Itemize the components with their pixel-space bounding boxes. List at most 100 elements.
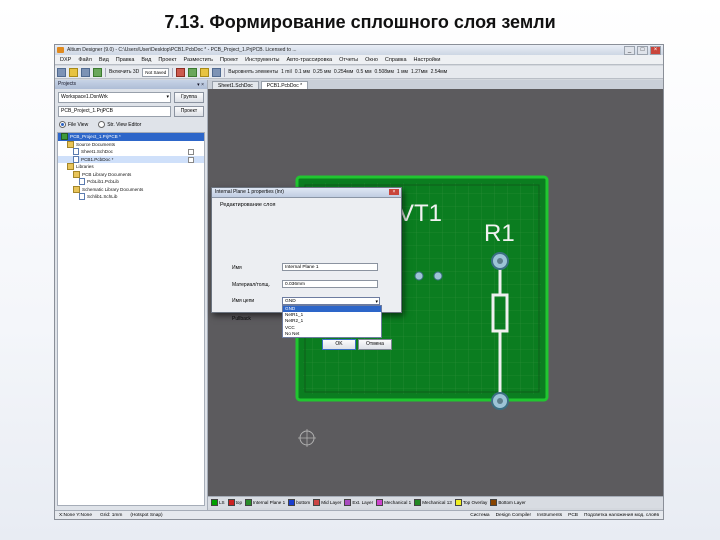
status-highlight[interactable]: Подсветка наложения мод. слоёв xyxy=(584,511,659,519)
layer-tab-label: Mechanical 13 xyxy=(422,500,452,505)
route-icon[interactable] xyxy=(176,67,186,77)
view3d-button[interactable]: Включить 3D xyxy=(109,66,139,78)
grid-01mm[interactable]: 0.1 мм xyxy=(295,66,310,78)
layer-tab-label: Mid Layer xyxy=(321,500,342,505)
workspace-combo[interactable]: Workspace1.DsnWrk ▾ xyxy=(58,92,171,103)
pin-icon[interactable]: ▾ × xyxy=(197,81,204,90)
layer-tab[interactable]: Mechanical 13 xyxy=(414,499,452,506)
tree-item[interactable]: PcbLib1.PcbLib xyxy=(58,178,204,186)
layer-tab-label: Bottom Layer xyxy=(498,500,526,505)
document-icon xyxy=(73,148,79,156)
layer-tab[interactable]: bottom xyxy=(288,499,310,506)
layer-tab[interactable]: Top Overlay xyxy=(454,499,487,506)
tree-item[interactable]: Libraries xyxy=(58,163,204,171)
layer-color-swatch xyxy=(376,499,384,506)
menu-file[interactable]: Файл xyxy=(75,55,95,64)
view-select[interactable]: Not Saved xyxy=(142,67,170,77)
layer-color-swatch xyxy=(211,499,218,506)
project-combo[interactable]: PCB_Project_1.PrjPCB xyxy=(58,106,171,117)
menu-dxp[interactable]: DXP xyxy=(57,55,74,64)
net-option[interactable]: No Net xyxy=(283,331,381,337)
minimize-icon[interactable]: _ xyxy=(624,46,635,55)
pullback-label: Pullback xyxy=(232,316,251,322)
menu-window[interactable]: Окно xyxy=(362,55,381,64)
layer-color-swatch xyxy=(490,499,498,506)
layer-tab[interactable]: Mid Layer xyxy=(313,499,341,506)
project-icon xyxy=(61,133,68,141)
grid-0508mm[interactable]: 0.508мм xyxy=(375,66,394,78)
arrange-button[interactable]: Выровнять элементы xyxy=(228,66,278,78)
grid-1mm[interactable]: 1 мм xyxy=(397,66,408,78)
layer-tab-label: Mechanical 1 xyxy=(384,500,412,505)
workspace-button[interactable]: Группа xyxy=(174,92,204,103)
menu-view2[interactable]: Вид xyxy=(138,55,154,64)
layer-color-swatch xyxy=(313,499,321,506)
layer-tabs: LS top Internal Plane 1 bottom Mid Layer Ext.… xyxy=(208,496,663,508)
projects-panel: Projects ▾ × Workspace1.DsnWrk ▾ Группа P… xyxy=(55,80,208,510)
maximize-icon[interactable]: □ xyxy=(637,46,648,55)
save-icon[interactable] xyxy=(81,67,90,77)
net-select[interactable]: GND ▾ xyxy=(282,297,380,305)
close-icon[interactable]: × xyxy=(650,46,661,55)
layer-tab[interactable]: Ext. Layer xyxy=(344,499,373,506)
tree-item-label: PCB Library Documents xyxy=(82,171,132,177)
document-icon xyxy=(79,178,85,186)
layer-tab[interactable]: LS xyxy=(211,499,225,506)
grid-0254mm[interactable]: 0.254мм xyxy=(334,66,353,78)
document-icon xyxy=(79,193,85,201)
tree-item[interactable]: PCB_Project_1.PrjPCB * xyxy=(58,133,204,141)
layer-tab[interactable]: Mechanical 1 xyxy=(376,499,411,506)
status-pcb[interactable]: PCB xyxy=(568,511,578,519)
tree-item[interactable]: Schlib1.SchLib xyxy=(58,193,204,201)
new-icon[interactable] xyxy=(57,67,66,77)
grid-05mm[interactable]: 0.5 мм xyxy=(356,66,371,78)
tree-item-label: PcbLib1.PcbLib xyxy=(87,179,119,184)
menu-project[interactable]: Проект xyxy=(155,55,179,64)
project-button[interactable]: Проект xyxy=(174,106,204,117)
open-icon[interactable] xyxy=(69,67,78,77)
grid-025mm[interactable]: 0.25 мм xyxy=(313,66,331,78)
text-icon[interactable] xyxy=(212,67,222,77)
name-field[interactable]: Internal Plane 1 xyxy=(282,263,378,271)
tree-item[interactable]: PCB Library Documents xyxy=(58,170,204,179)
ok-button[interactable]: OK xyxy=(322,339,356,350)
menu-settings[interactable]: Настройки xyxy=(411,55,444,64)
fill-icon[interactable] xyxy=(200,67,210,77)
grid-254mm[interactable]: 2.54мм xyxy=(431,66,448,78)
layer-tab[interactable]: Internal Plane 1 xyxy=(245,499,285,506)
structure-view-radio[interactable]: Str. View Editor xyxy=(98,121,141,128)
tree-item[interactable]: Sheet1.SchDoc xyxy=(58,148,204,156)
status-compiler[interactable]: Design Compiler xyxy=(496,511,531,519)
menu-tools[interactable]: Инструменты xyxy=(242,55,282,64)
tree-item[interactable]: Schematic Library Documents xyxy=(58,185,204,194)
status-snap: (Hotspot Snap) xyxy=(130,513,163,518)
menu-autoroute[interactable]: Авто-трассировка xyxy=(283,55,335,64)
label-vt1: VT1 xyxy=(398,200,442,227)
layer-color-swatch xyxy=(227,499,235,506)
panel-header: Projects ▾ × xyxy=(55,80,207,89)
panel-title: Projects xyxy=(58,81,77,87)
status-system[interactable]: Система xyxy=(470,511,489,519)
menu-help[interactable]: Справка xyxy=(382,55,410,64)
menu-reports[interactable]: Отчеты xyxy=(336,55,361,64)
print-icon[interactable] xyxy=(93,67,102,77)
vt1-pad xyxy=(414,271,424,281)
layer-tab[interactable]: top xyxy=(227,499,242,506)
main-toolbar: Включить 3D Not Saved Выровнять элементы… xyxy=(55,66,663,79)
dialog-close-icon[interactable]: × xyxy=(389,189,399,195)
file-view-radio[interactable]: File View xyxy=(59,121,88,128)
via-icon[interactable] xyxy=(188,67,198,77)
grid-1mil[interactable]: 1 mil xyxy=(281,66,292,78)
layer-tab[interactable]: Bottom Layer xyxy=(490,499,526,506)
tree-item[interactable]: PCB1.PcbDoc * xyxy=(58,155,204,163)
menu-edit[interactable]: Правка xyxy=(113,55,138,64)
menu-design[interactable]: Проект xyxy=(217,55,241,64)
project-tree: PCB_Project_1.PrjPCB * Source Documents Sh… xyxy=(57,132,205,506)
thickness-field[interactable]: 0.036mm xyxy=(282,280,378,288)
menu-view[interactable]: Вид xyxy=(96,55,112,64)
cancel-button[interactable]: Отмена xyxy=(358,339,392,350)
status-instruments[interactable]: Instruments xyxy=(537,511,562,519)
menu-place[interactable]: Разместить xyxy=(180,55,216,64)
tree-item[interactable]: Source Documents xyxy=(58,140,204,149)
grid-127mm[interactable]: 1.27мм xyxy=(411,66,428,78)
